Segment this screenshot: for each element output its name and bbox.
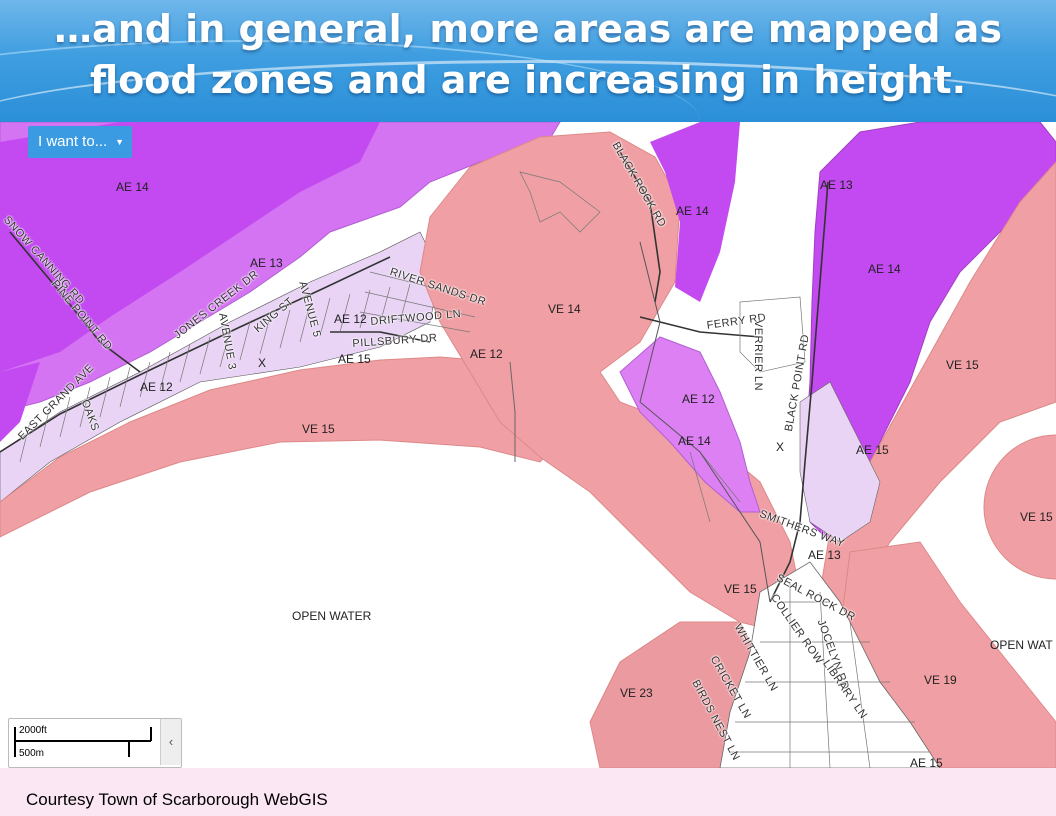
slide-title-line-2: flood zones and are increasing in height…: [89, 58, 967, 102]
zone-label: VE 14: [548, 302, 581, 316]
zone-label: AE 12: [682, 392, 715, 406]
zone-label: AE 12: [140, 380, 173, 394]
slide-title: …and in general, more areas are mapped a…: [0, 4, 1056, 106]
slide-title-bar: …and in general, more areas are mapped a…: [0, 0, 1056, 122]
zone-label: AE 13: [808, 548, 841, 562]
zone-label: VE 15: [302, 422, 335, 436]
zone-label: OPEN WATER: [292, 609, 372, 623]
zone-label: X: [258, 356, 267, 370]
zone-label: AE 15: [338, 352, 371, 366]
menu-button-label: I want to...: [38, 133, 108, 150]
zone-label: AE 14: [868, 262, 901, 276]
scale-bar-graphic: [14, 727, 152, 757]
zone-label: AE 14: [678, 434, 711, 448]
zone-label: AE 15: [856, 443, 889, 457]
zone-label: VE 15: [1020, 510, 1053, 524]
zone-label: VE 23: [620, 686, 653, 700]
slide-title-line-1: …and in general, more areas are mapped a…: [54, 7, 1002, 51]
map-canvas[interactable]: [0, 122, 1056, 768]
scale-bar: 2000ft 500m ‹: [8, 718, 182, 768]
road-label: VERRIER LN: [752, 320, 764, 392]
zone-label: AE 15: [910, 756, 943, 768]
zone-label: AE 14: [676, 204, 709, 218]
zone-label: AE 14: [116, 180, 149, 194]
chevron-down-icon: ▼: [115, 137, 124, 147]
flood-zone-map[interactable]: AE 14 AE 13 AE 12 AE 15 AE 12 AE 12 AE 1…: [0, 122, 1056, 768]
zone-label: AE 12: [470, 347, 503, 361]
map-credit: Courtesy Town of Scarborough WebGIS: [26, 790, 328, 809]
zone-label: AE 13: [820, 178, 853, 192]
zone-label: VE 15: [724, 582, 757, 596]
zone-label: X: [776, 440, 785, 454]
zone-label: VE 15: [946, 358, 979, 372]
zone-label: AE 13: [250, 256, 283, 270]
collapse-scale-button[interactable]: ‹: [160, 719, 181, 765]
i-want-to-menu-button[interactable]: I want to... ▼: [28, 126, 132, 158]
zone-label: AE 12: [334, 312, 367, 326]
zone-label: VE 19: [924, 673, 957, 687]
zone-label: OPEN WAT: [990, 638, 1053, 652]
